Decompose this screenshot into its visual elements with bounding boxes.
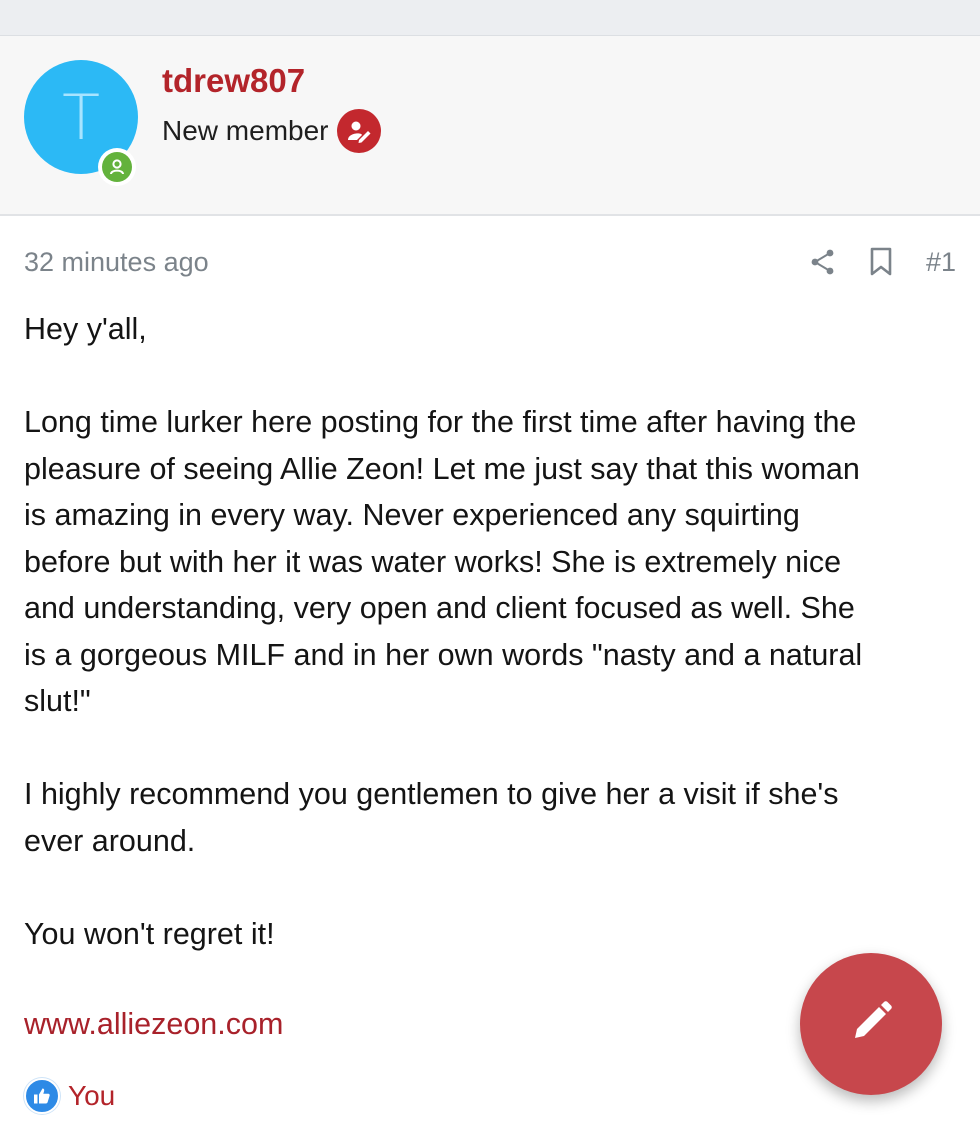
website-link[interactable]: www.alliezeon.com	[24, 1007, 283, 1042]
post-actions: #1	[808, 246, 956, 278]
reactions-bar[interactable]: You	[24, 1078, 115, 1114]
user-header: T tdrew807 New member	[0, 36, 980, 216]
avatar-letter: T	[62, 80, 100, 154]
share-icon[interactable]	[808, 247, 838, 277]
post-paragraph: You won't regret it!	[24, 916, 275, 951]
user-edit-icon	[337, 109, 382, 153]
user-online-icon	[102, 152, 132, 182]
username-link[interactable]: tdrew807	[162, 62, 305, 100]
top-bar	[0, 0, 980, 36]
post-paragraph: I highly recommend you gentlemen to give…	[24, 777, 839, 858]
pencil-icon	[847, 998, 895, 1051]
post-date[interactable]: 32 minutes ago	[24, 247, 209, 278]
post-number[interactable]: #1	[926, 247, 956, 278]
member-title: New member	[162, 115, 329, 146]
post-meta: 32 minutes ago #1	[24, 244, 956, 280]
reply-button[interactable]	[800, 953, 942, 1095]
online-status-badge	[98, 148, 136, 186]
reaction-user[interactable]: You	[68, 1080, 115, 1112]
member-title-row: New member	[162, 108, 382, 154]
bookmark-icon[interactable]	[866, 246, 896, 278]
post-paragraph: Hey y'all,	[24, 312, 147, 346]
thumbs-up-icon	[24, 1078, 60, 1114]
post-paragraph: Long time lurker here posting for the fi…	[24, 405, 863, 718]
post-body: Hey y'all, Long time lurker here posting…	[24, 306, 956, 957]
